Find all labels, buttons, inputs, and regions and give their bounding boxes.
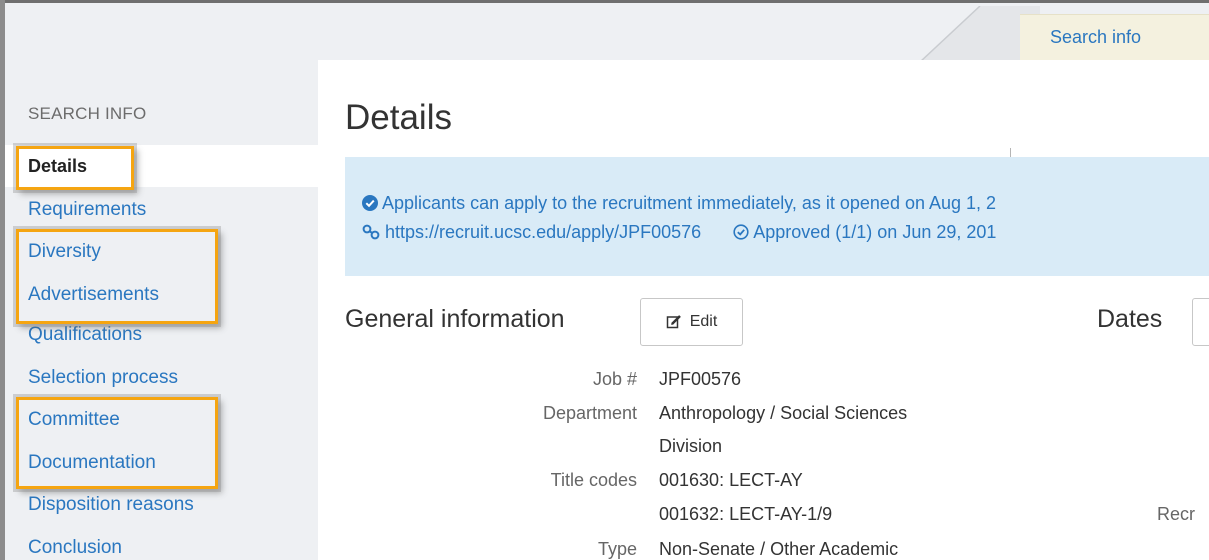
window-frame-left	[0, 0, 5, 560]
title-codes-label: Title codes	[550, 470, 637, 490]
apply-url-link[interactable]: https://recruit.ucsc.edu/apply/JPF00576	[385, 222, 701, 242]
status-alert	[345, 157, 1209, 276]
dates-recruitment-label: Recr	[1157, 504, 1196, 524]
sidebar-item-qualifications[interactable]: Qualifications	[28, 323, 142, 347]
tab-search-info[interactable]: Search info	[1020, 14, 1209, 60]
department-label: Department	[542, 403, 637, 423]
type-value: Non-Senate / Other Academic	[659, 539, 899, 559]
department-value: Anthropology / Social Sciences	[659, 403, 908, 423]
approval-status[interactable]: Approved (1/1) on Jun 29, 201	[753, 222, 996, 242]
sidebar-item-selection-process[interactable]: Selection process	[28, 366, 178, 390]
sidebar-item-requirements[interactable]: Requirements	[28, 198, 146, 222]
title-code-1: 001630: LECT-AY	[659, 470, 803, 490]
sidebar-item-disposition-reasons[interactable]: Disposition reasons	[28, 493, 194, 517]
highlight-box-diversity-advertisements	[16, 229, 218, 324]
page-title: Details	[345, 98, 452, 137]
job-number-value: JPF00576	[659, 369, 742, 389]
tab-label: Search info	[1050, 27, 1142, 47]
type-label: Type	[597, 539, 637, 559]
link-icon	[362, 224, 380, 240]
title-code-2: 001632: LECT-AY-1/9	[659, 504, 833, 524]
approved-check-icon	[733, 224, 749, 240]
job-number-label: Job #	[592, 369, 637, 389]
department-value-continued: Division	[659, 436, 723, 456]
edit-dates-button[interactable]	[1192, 298, 1209, 346]
highlight-box-committee-documentation	[16, 397, 218, 489]
edit-button-label: Edit	[689, 313, 718, 330]
general-information-heading: General information	[345, 305, 565, 333]
alert-open-message: Applicants can apply to the recruitment …	[362, 193, 996, 214]
check-circle-icon	[362, 195, 378, 211]
edit-icon	[666, 315, 681, 329]
sidebar-item-conclusion[interactable]: Conclusion	[28, 536, 122, 560]
dates-heading: Dates	[1097, 305, 1163, 333]
sidebar-heading: SEARCH INFO	[28, 104, 147, 123]
alert-link-row: https://recruit.ucsc.edu/apply/JPF00576 …	[362, 222, 996, 243]
alert-open-text: Applicants can apply to the recruitment …	[382, 193, 997, 213]
highlight-box-details	[16, 146, 134, 190]
edit-general-button[interactable]: Edit	[640, 298, 743, 346]
